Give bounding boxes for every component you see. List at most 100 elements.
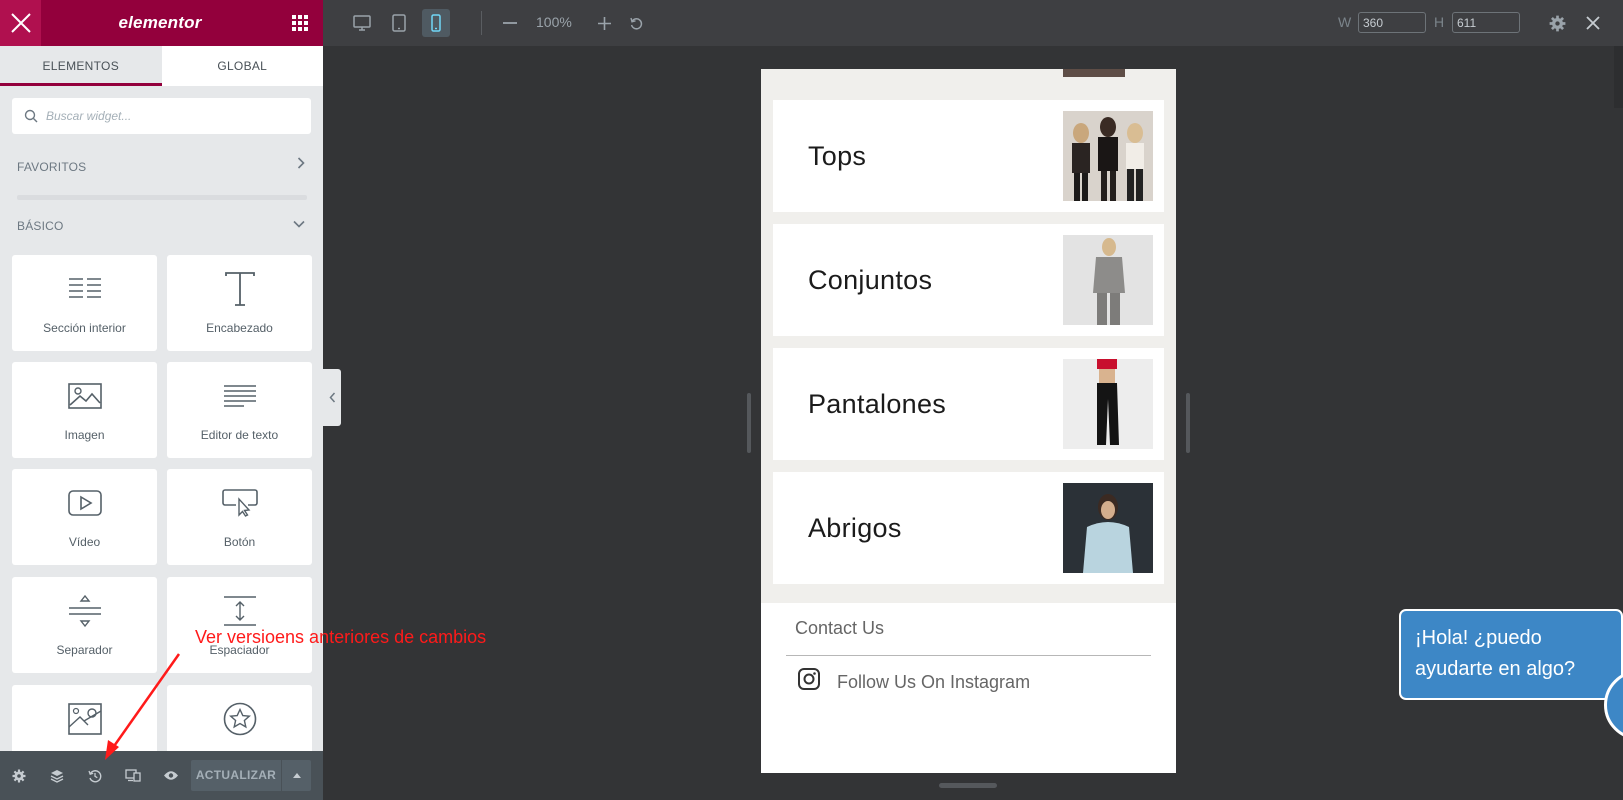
chevron-down-icon[interactable]: [293, 216, 305, 231]
width-input[interactable]: [1358, 12, 1426, 33]
elementor-logo: elementor: [118, 13, 202, 32]
spacer-icon: [167, 591, 312, 631]
favorites-category[interactable]: FAVORITOS: [17, 160, 86, 174]
panel-header: elementor: [0, 0, 323, 46]
category-card-conjuntos[interactable]: Conjuntos: [773, 224, 1164, 336]
instagram-icon[interactable]: [797, 667, 821, 691]
height-input[interactable]: [1452, 12, 1520, 33]
chat-greeting-bubble[interactable]: ¡Hola! ¿puedo ayudarte en algo?: [1399, 609, 1623, 700]
inner-section-icon: [12, 269, 157, 309]
close-icon: [10, 13, 31, 33]
plus-icon: [597, 16, 611, 30]
annotation-text: Ver versioens anteriores de cambios: [195, 627, 487, 647]
update-options-button[interactable]: [282, 760, 311, 791]
responsive-toolbar: 100% W H: [323, 0, 1623, 46]
instagram-link[interactable]: Follow Us On Instagram: [837, 672, 1030, 693]
reset-zoom-button[interactable]: [622, 9, 650, 37]
image-icon: [12, 376, 157, 416]
text-editor-icon: [167, 376, 312, 416]
tab-elements[interactable]: ELEMENTOS: [0, 46, 162, 86]
panel-footer: ACTUALIZAR: [0, 751, 323, 800]
widget-video[interactable]: Vídeo: [12, 469, 157, 565]
left-resize-handle[interactable]: [747, 393, 751, 453]
height-label: H: [1434, 14, 1445, 30]
zoom-out-button[interactable]: [496, 9, 524, 37]
heading-icon: [167, 269, 312, 309]
scrollbar-track[interactable]: [1614, 46, 1623, 108]
widget-label: Imagen: [64, 428, 105, 442]
history-button[interactable]: [76, 751, 114, 800]
desktop-icon: [353, 15, 371, 31]
gear-icon: [1549, 15, 1565, 31]
previous-card-image: [1063, 69, 1125, 77]
widget-inner-section[interactable]: Sección interior: [12, 255, 157, 351]
widget-label: Encabezado: [206, 321, 273, 335]
close-editor-button[interactable]: [0, 0, 41, 46]
widget-button[interactable]: Botón: [167, 469, 312, 565]
history-icon: [88, 769, 102, 782]
star-icon: [167, 699, 312, 739]
divider-icon: [12, 591, 157, 631]
category-image: [1063, 483, 1153, 573]
update-button[interactable]: ACTUALIZAR: [191, 760, 281, 791]
category-image: [1063, 359, 1153, 449]
category-image: [1063, 235, 1153, 325]
widget-label: Vídeo: [68, 535, 101, 549]
toolbar-divider: [481, 11, 482, 35]
tablet-icon: [392, 14, 406, 32]
basic-category[interactable]: BÁSICO: [17, 219, 64, 233]
navigator-button[interactable]: [38, 751, 76, 800]
navigator-icon: [50, 769, 64, 783]
search-input[interactable]: [46, 109, 286, 123]
refresh-icon: [629, 17, 642, 29]
contact-link[interactable]: Contact Us: [795, 618, 884, 639]
chevron-right-icon[interactable]: [297, 157, 305, 172]
minus-icon: [503, 22, 517, 24]
widget-spacer[interactable]: Espaciador: [167, 577, 312, 673]
category-card-pantalones[interactable]: Pantalones: [773, 348, 1164, 460]
right-resize-handle[interactable]: [1186, 393, 1190, 453]
responsive-icon: [125, 769, 141, 782]
category-card-tops[interactable]: Tops: [773, 100, 1164, 212]
close-icon: [1586, 16, 1600, 30]
category-card-abrigos[interactable]: Abrigos: [773, 472, 1164, 584]
video-icon: [12, 483, 157, 523]
apps-grid-icon[interactable]: [291, 14, 309, 32]
responsive-mode-button[interactable]: [114, 751, 152, 800]
category-title: Abrigos: [808, 513, 902, 543]
mobile-icon: [431, 14, 441, 32]
panel-tabs: ELEMENTOS GLOBAL: [0, 46, 323, 86]
search-icon: [24, 109, 38, 123]
widget-text-editor[interactable]: Editor de texto: [167, 362, 312, 458]
widget-label: Sección interior: [43, 321, 126, 335]
desktop-device-button[interactable]: [348, 9, 376, 37]
editor-panel: elementor ELEMENTOS GLOBAL FAVORITOS BÁS…: [0, 0, 323, 800]
zoom-in-button[interactable]: [590, 9, 618, 37]
bottom-resize-handle[interactable]: [939, 783, 997, 788]
preview-icon: [164, 771, 178, 780]
zoom-level: 100%: [536, 14, 572, 30]
widget-label: Separador: [56, 643, 113, 657]
collapse-panel-button[interactable]: [323, 369, 341, 426]
mobile-device-button[interactable]: [422, 9, 450, 37]
settings-icon: [12, 769, 26, 782]
chevron-left-icon: [328, 392, 335, 403]
settings-button[interactable]: [0, 751, 38, 800]
widget-label: Botón: [223, 535, 256, 549]
widget-heading[interactable]: Encabezado: [167, 255, 312, 351]
widget-search: [12, 98, 311, 134]
footer-divider: [786, 655, 1151, 656]
width-label: W: [1338, 14, 1352, 30]
tab-global[interactable]: GLOBAL: [162, 46, 324, 86]
close-responsive-button[interactable]: [1579, 9, 1607, 37]
tablet-device-button[interactable]: [385, 9, 413, 37]
device-settings-button[interactable]: [1543, 9, 1571, 37]
caret-up-icon: [292, 773, 301, 778]
google-maps-icon: [12, 699, 157, 739]
preview-button[interactable]: [152, 751, 190, 800]
chat-greeting-line: ayudarte en algo?: [1415, 658, 1576, 680]
widget-divider[interactable]: Separador: [12, 577, 157, 673]
category-title: Conjuntos: [808, 265, 933, 295]
mobile-preview: Tops Conjuntos Pantalones Abrigos Contac…: [761, 69, 1176, 773]
widget-image[interactable]: Imagen: [12, 362, 157, 458]
